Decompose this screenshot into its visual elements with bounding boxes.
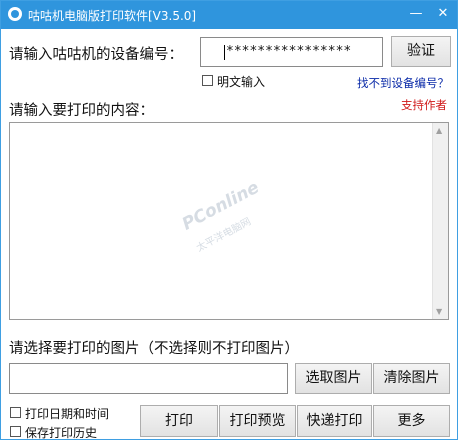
device-number-label: 请输入咕咕机的设备编号： <box>9 47 183 63</box>
print-button[interactable]: 打印 <box>140 405 218 437</box>
text-caret <box>224 45 225 60</box>
support-author-link[interactable]: 支持作者 <box>401 97 447 113</box>
content-scrollbar[interactable]: ▲ ▼ <box>432 123 448 319</box>
window-title: 咕咕机电脑版打印软件[V3.5.0] <box>28 9 197 23</box>
app-window: 咕咕机电脑版打印软件[V3.5.0] — ✕ 请输入咕咕机的设备编号： ****… <box>0 0 458 440</box>
scroll-up-arrow-icon[interactable]: ▲ <box>436 126 442 135</box>
content-label: 请输入要打印的内容： <box>9 103 154 119</box>
print-preview-button[interactable]: 打印预览 <box>219 405 296 437</box>
scroll-down-arrow-icon[interactable]: ▼ <box>436 307 442 316</box>
more-button[interactable]: 更多 <box>373 405 450 437</box>
quick-print-button[interactable]: 快递打印 <box>297 405 372 437</box>
choose-image-button[interactable]: 选取图片 <box>295 363 372 394</box>
clear-image-button[interactable]: 清除图片 <box>373 363 450 394</box>
verify-button[interactable]: 验证 <box>391 36 451 67</box>
image-path-input[interactable] <box>9 363 288 394</box>
title-bar[interactable]: 咕咕机电脑版打印软件[V3.5.0] — ✕ <box>1 1 457 29</box>
device-not-found-link[interactable]: 找不到设备编号？ <box>357 75 449 91</box>
show-plain-checkbox[interactable] <box>202 75 213 86</box>
image-select-label: 请选择要打印的图片（不选择则不打印图片） <box>9 341 299 357</box>
app-icon <box>8 7 22 21</box>
print-datetime-label: 打印日期和时间 <box>25 407 110 421</box>
save-history-checkbox[interactable] <box>10 426 21 437</box>
device-number-value: **************** <box>226 44 352 59</box>
minimize-icon[interactable]: — <box>405 4 427 24</box>
save-history-label: 保存打印历史 <box>25 426 98 440</box>
device-number-input[interactable]: **************** <box>200 37 383 67</box>
print-datetime-checkbox[interactable] <box>10 407 21 418</box>
close-icon[interactable]: ✕ <box>432 4 454 24</box>
show-plain-label: 明文输入 <box>217 75 266 89</box>
